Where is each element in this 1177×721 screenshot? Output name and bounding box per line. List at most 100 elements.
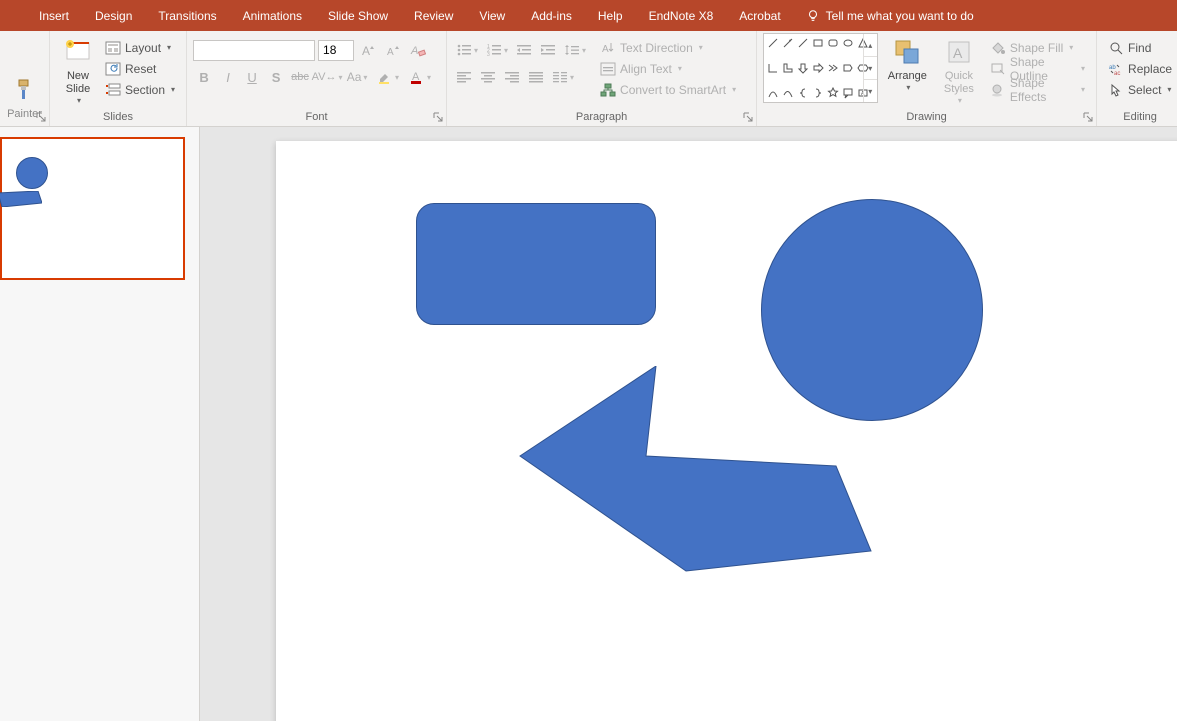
dropdown-icon: ▾ [167,43,171,52]
slide-thumbnail-1[interactable] [0,137,185,280]
shapes-gallery[interactable]: A ▴ ▾ ▾ [763,33,878,103]
shape-line-icon[interactable] [766,36,780,50]
align-left-button[interactable] [453,66,475,88]
group-font-label: Font [193,109,440,126]
tab-home-edge[interactable] [0,0,26,31]
char-spacing-button[interactable]: AV↔▾ [313,66,341,88]
slide-canvas-area[interactable] [200,127,1177,721]
shape-brace-left-icon[interactable] [796,86,810,100]
select-icon [1108,82,1124,98]
layout-label: Layout [125,41,161,55]
increase-indent-button[interactable] [537,39,559,61]
reset-button[interactable]: Reset [100,58,180,79]
align-center-button[interactable] [477,66,499,88]
shape-roundrect-icon[interactable] [826,36,840,50]
tab-endnote[interactable]: EndNote X8 [636,0,727,31]
gallery-scrollbar[interactable]: ▴ ▾ ▾ [863,34,877,102]
gallery-scroll-down-icon[interactable]: ▾ [864,57,877,80]
decrease-font-button[interactable]: A [382,39,404,61]
tell-me-search[interactable]: Tell me what you want to do [794,9,986,23]
section-label: Section [125,83,165,97]
find-button[interactable]: Find [1103,37,1156,58]
text-shadow-button[interactable]: S [265,66,287,88]
workspace [0,127,1177,721]
font-color-button[interactable]: A▾ [405,66,435,88]
tab-design[interactable]: Design [82,0,145,31]
shape-fill-label: Shape Fill [1010,41,1063,55]
group-editing: Find abac Replace Select▾ Editing [1097,31,1177,126]
tab-help[interactable]: Help [585,0,636,31]
section-button[interactable]: Section ▾ [100,79,180,100]
strikethrough-button[interactable]: abc [289,66,311,88]
slide-shape-arrow[interactable] [516,366,876,576]
tab-animations[interactable]: Animations [230,0,315,31]
thumb-shape-circle [16,157,48,189]
decrease-indent-button[interactable] [513,39,535,61]
group-drawing: A ▴ ▾ ▾ Arrange▾ A Quick Styles▾ Shape [757,31,1097,126]
clipboard-launcher[interactable] [35,111,47,123]
tab-insert[interactable]: Insert [26,0,82,31]
shape-brace-right-icon[interactable] [811,86,825,100]
underline-button[interactable]: U [241,66,263,88]
shape-right-angle-icon[interactable] [766,61,780,75]
shape-star-icon[interactable] [826,86,840,100]
shape-effects-button[interactable]: Shape Effects▾ [985,79,1090,100]
new-slide-label: New Slide [66,70,90,96]
shape-chevron-icon[interactable] [826,61,840,75]
arrange-button[interactable]: Arrange▾ [882,33,933,93]
slide-canvas[interactable] [276,141,1177,721]
shape-curve2-icon[interactable] [781,86,795,100]
shape-callout-icon[interactable] [841,86,855,100]
tab-acrobat[interactable]: Acrobat [726,0,793,31]
text-direction-button[interactable]: A Text Direction▾ [595,37,741,58]
shape-connector-icon[interactable] [796,36,810,50]
clear-formatting-button[interactable]: A [407,39,429,61]
shape-curve-icon[interactable] [766,86,780,100]
shape-rect-icon[interactable] [811,36,825,50]
replace-button[interactable]: abac Replace [1103,58,1177,79]
replace-label: Replace [1128,62,1172,76]
shape-l-icon[interactable] [781,61,795,75]
new-slide-button[interactable]: New Slide ▾ [56,33,100,106]
font-name-input[interactable] [193,40,315,61]
paragraph-launcher[interactable] [742,111,754,123]
shape-pentagon-icon[interactable] [841,61,855,75]
font-launcher[interactable] [432,111,444,123]
align-right-button[interactable] [501,66,523,88]
align-text-button[interactable]: Align Text▾ [595,58,741,79]
tab-slideshow[interactable]: Slide Show [315,0,401,31]
gallery-more-icon[interactable]: ▾ [864,80,877,102]
slide-shape-rounded-rectangle[interactable] [416,203,656,325]
bullets-button[interactable]: ▾ [453,39,481,61]
tab-review[interactable]: Review [401,0,466,31]
justify-button[interactable] [525,66,547,88]
bold-button[interactable]: B [193,66,215,88]
tab-view[interactable]: View [466,0,518,31]
numbering-button[interactable]: 123▾ [483,39,511,61]
line-spacing-button[interactable]: ▾ [561,39,589,61]
group-font: A A A B I U S abc AV↔▾ Aa▾ ▾ A▾ Font [187,31,447,126]
quick-styles-button[interactable]: A Quick Styles▾ [937,33,981,106]
font-size-input[interactable] [318,40,354,61]
layout-button[interactable]: Layout ▾ [100,37,180,58]
smartart-label: Convert to SmartArt [620,83,726,97]
columns-button[interactable]: ▾ [549,66,577,88]
svg-text:A: A [953,45,963,61]
select-button[interactable]: Select▾ [1103,79,1176,100]
dropdown-icon: ▾ [171,85,175,94]
gallery-scroll-up-icon[interactable]: ▴ [864,34,877,57]
shape-arrow-right-icon[interactable] [811,61,825,75]
increase-font-button[interactable]: A [357,39,379,61]
shape-line-arrow-icon[interactable] [781,36,795,50]
shape-arrow-down-icon[interactable] [796,61,810,75]
smartart-button[interactable]: Convert to SmartArt▾ [595,79,741,100]
change-case-button[interactable]: Aa▾ [343,66,371,88]
italic-button[interactable]: I [217,66,239,88]
shape-oval-icon[interactable] [841,36,855,50]
section-icon [105,82,121,98]
tab-transitions[interactable]: Transitions [145,0,229,31]
drawing-launcher[interactable] [1082,111,1094,123]
highlight-button[interactable]: ▾ [373,66,403,88]
align-text-label: Align Text [620,62,672,76]
tab-addins[interactable]: Add-ins [518,0,585,31]
